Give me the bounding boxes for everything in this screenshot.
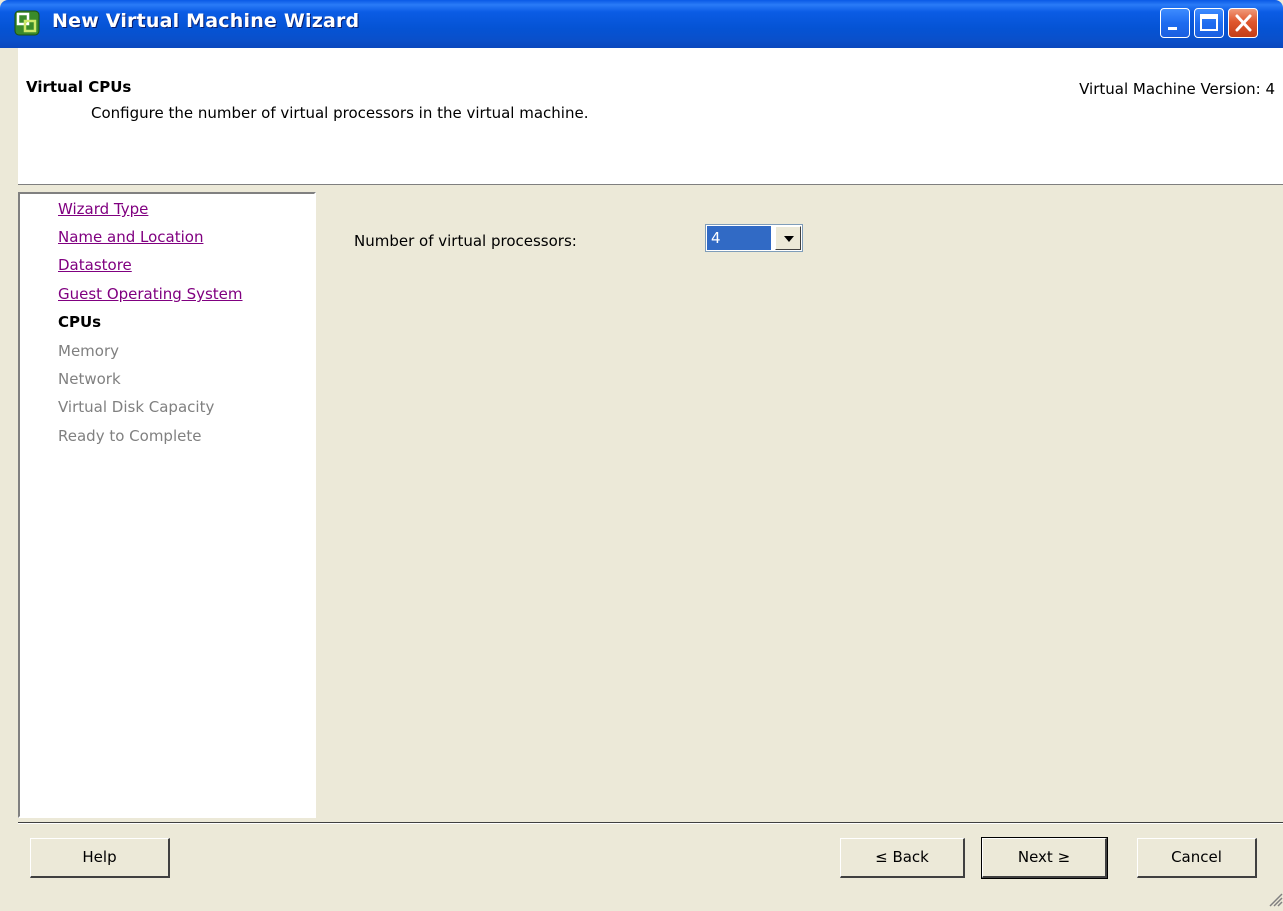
cpu-count-value[interactable]: 4 — [707, 226, 771, 250]
dropdown-button[interactable] — [775, 226, 801, 250]
cpu-count-label: Number of virtual processors: — [354, 232, 577, 250]
nav-step-wizard-type[interactable]: Wizard Type — [58, 200, 148, 218]
window-title: New Virtual Machine Wizard — [52, 10, 360, 32]
help-button[interactable]: Help — [30, 838, 170, 878]
footer-divider — [18, 822, 1283, 824]
wizard-steps-nav: Wizard Type Name and Location Datastore … — [18, 192, 316, 818]
close-button[interactable] — [1228, 8, 1258, 38]
nav-step-ready-to-complete: Ready to Complete — [58, 427, 202, 445]
vm-wizard-icon — [14, 10, 40, 36]
cpu-count-dropdown[interactable]: 4 — [705, 224, 803, 252]
nav-step-network: Network — [58, 370, 121, 388]
close-icon — [1235, 14, 1252, 32]
nav-step-virtual-disk-capacity: Virtual Disk Capacity — [58, 398, 215, 416]
maximize-icon — [1200, 14, 1218, 31]
nav-step-guest-os[interactable]: Guest Operating System — [58, 285, 243, 303]
resize-grip-icon[interactable] — [1265, 889, 1283, 907]
nav-step-name-and-location[interactable]: Name and Location — [58, 228, 203, 246]
nav-step-datastore[interactable]: Datastore — [58, 256, 132, 274]
nav-step-cpus: CPUs — [58, 313, 102, 331]
wizard-window: New Virtual Machine Wizard Virtual CPUs … — [0, 0, 1283, 907]
minimize-icon — [1168, 27, 1177, 30]
wizard-header: Virtual CPUs Configure the number of vir… — [18, 48, 1283, 185]
maximize-button[interactable] — [1194, 8, 1224, 38]
title-bar[interactable]: New Virtual Machine Wizard — [0, 0, 1283, 48]
minimize-button[interactable] — [1160, 8, 1190, 38]
nav-step-memory: Memory — [58, 342, 120, 360]
vm-version-label: Virtual Machine Version: 4 — [1079, 80, 1275, 98]
cancel-button[interactable]: Cancel — [1137, 838, 1257, 878]
page-description: Configure the number of virtual processo… — [91, 104, 589, 122]
wizard-content: Number of virtual processors: 4 — [318, 192, 1283, 820]
next-button[interactable]: Next ≥ — [981, 837, 1108, 879]
back-button[interactable]: ≤ Back — [840, 838, 965, 878]
page-title: Virtual CPUs — [26, 78, 132, 96]
dropdown-arrow-icon — [784, 236, 794, 242]
